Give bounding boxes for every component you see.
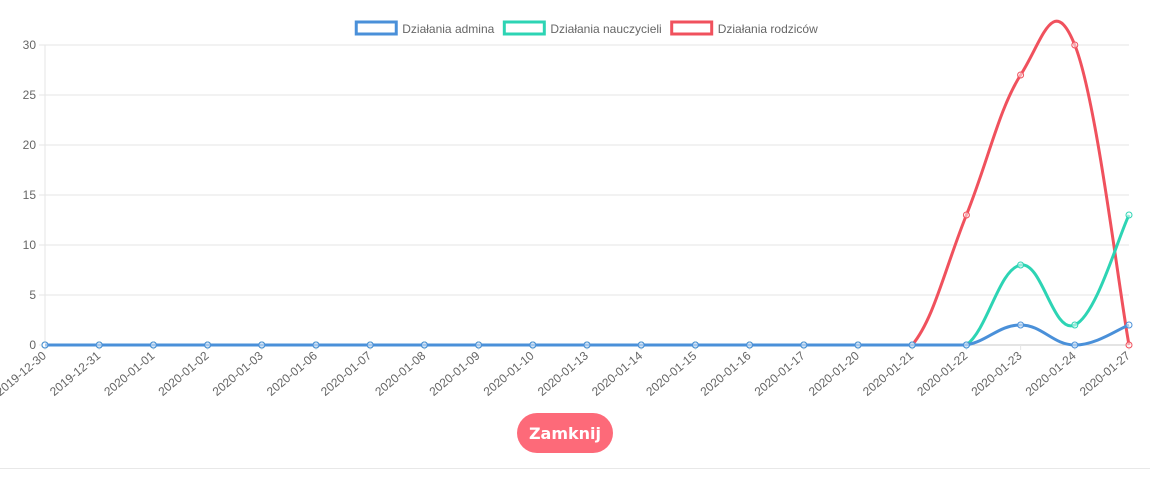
legend-swatch — [502, 20, 546, 36]
data-point-parents[interactable] — [1071, 41, 1079, 49]
data-point-admin[interactable] — [854, 341, 862, 349]
data-point-admin[interactable] — [1071, 341, 1079, 349]
y-tick-label: 25 — [23, 88, 37, 102]
x-tick-label: 2019-12-30 — [0, 348, 49, 398]
data-point-admin[interactable] — [583, 341, 591, 349]
x-tick-label: 2020-01-06 — [264, 348, 320, 398]
x-axis-ticks: 2019-12-302019-12-312020-01-012020-01-02… — [0, 348, 1133, 398]
x-tick-label: 2020-01-03 — [210, 348, 266, 398]
x-tick-label: 2020-01-01 — [101, 348, 157, 398]
legend-item-parents[interactable]: Działania rodziców — [670, 20, 818, 36]
x-tick-label: 2020-01-24 — [1023, 348, 1079, 398]
series-line-teachers — [44, 214, 1131, 347]
legend[interactable]: Działania admina Działania nauczycieli Dzi… — [354, 20, 818, 36]
data-point-admin[interactable] — [366, 341, 374, 349]
x-tick-label: 2020-01-16 — [698, 348, 754, 398]
x-tick-label: 2020-01-08 — [372, 348, 428, 398]
data-point-admin[interactable] — [637, 341, 645, 349]
x-tick-label: 2020-01-07 — [318, 348, 374, 398]
x-tick-label: 2020-01-17 — [752, 348, 808, 398]
x-tick-label: 2020-01-13 — [535, 348, 591, 398]
data-point-admin[interactable] — [746, 341, 754, 349]
data-point-admin[interactable] — [691, 341, 699, 349]
data-point-parents[interactable] — [962, 211, 970, 219]
data-point-admin[interactable] — [312, 341, 320, 349]
data-point-admin[interactable] — [420, 341, 428, 349]
legend-swatch — [354, 20, 398, 36]
y-tick-label: 5 — [29, 288, 36, 302]
data-point-parents[interactable] — [1125, 341, 1133, 349]
x-tick-label: 2020-01-10 — [481, 348, 537, 398]
y-tick-label: 20 — [23, 138, 37, 152]
series-line-parents — [44, 19, 1131, 347]
legend-item-admin[interactable]: Działania admina — [354, 20, 495, 36]
data-point-parents[interactable] — [1017, 71, 1025, 79]
legend-label: Działania nauczycieli — [550, 22, 661, 36]
data-point-admin[interactable] — [204, 341, 212, 349]
legend-label: Działania rodziców — [718, 22, 818, 36]
x-tick-label: 2020-01-02 — [156, 348, 212, 398]
x-tick-label: 2020-01-15 — [643, 348, 699, 398]
x-tick-label: 2020-01-21 — [860, 348, 916, 398]
legend-label: Działania admina — [402, 22, 494, 36]
data-point-teachers[interactable] — [1017, 261, 1025, 269]
data-point-admin[interactable] — [95, 341, 103, 349]
data-point-admin[interactable] — [529, 341, 537, 349]
x-tick-label: 2020-01-23 — [969, 348, 1025, 398]
data-point-admin[interactable] — [41, 341, 49, 349]
x-tick-label: 2020-01-22 — [914, 348, 970, 398]
data-point-teachers[interactable] — [1125, 211, 1133, 219]
grid — [39, 44, 1130, 350]
data-point-admin[interactable] — [149, 341, 157, 349]
x-tick-label: 2020-01-20 — [806, 348, 862, 398]
y-tick-label: 0 — [29, 338, 36, 352]
data-point-admin[interactable] — [962, 341, 970, 349]
x-tick-label: 2019-12-31 — [47, 348, 103, 398]
data-point-admin[interactable] — [475, 341, 483, 349]
data-point-admin[interactable] — [1125, 321, 1133, 329]
close-button[interactable]: Zamknij — [517, 413, 613, 453]
legend-item-teachers[interactable]: Działania nauczycieli — [502, 20, 662, 36]
data-point-admin[interactable] — [1017, 321, 1025, 329]
data-point-admin[interactable] — [800, 341, 808, 349]
y-tick-label: 10 — [23, 238, 37, 252]
data-point-teachers[interactable] — [1071, 321, 1079, 329]
data-point-admin[interactable] — [258, 341, 266, 349]
legend-swatch — [670, 20, 714, 36]
y-tick-label: 15 — [23, 188, 37, 202]
x-tick-label: 2020-01-27 — [1077, 348, 1133, 398]
y-tick-label: 30 — [23, 38, 37, 52]
data-point-admin[interactable] — [908, 341, 916, 349]
y-axis-ticks: 0 5 10 15 20 25 30 — [23, 38, 37, 352]
divider — [0, 468, 1150, 469]
x-tick-label: 2020-01-14 — [589, 348, 645, 398]
x-tick-label: 2020-01-09 — [427, 348, 483, 398]
series-lines — [41, 19, 1133, 349]
